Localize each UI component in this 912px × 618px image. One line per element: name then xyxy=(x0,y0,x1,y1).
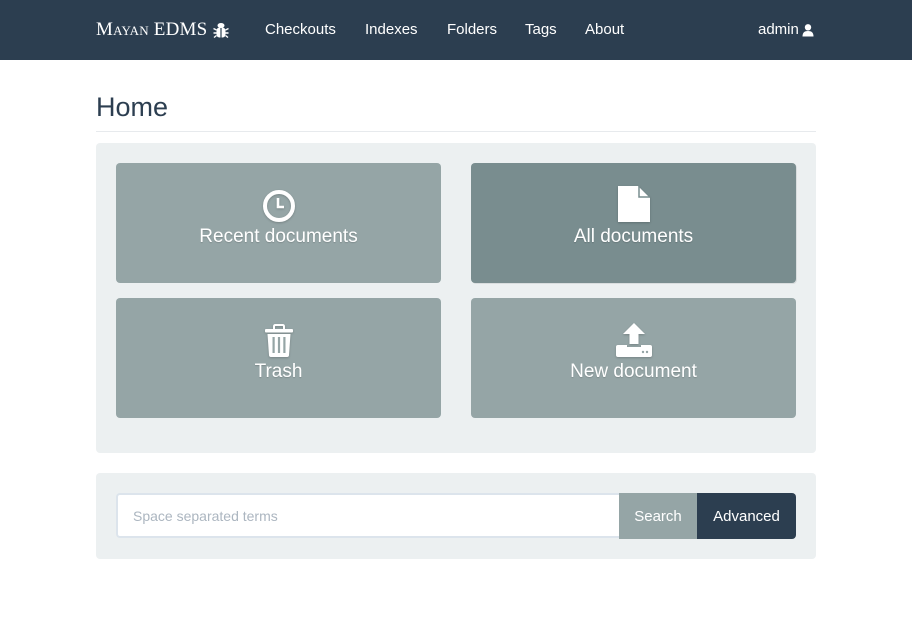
nav-tags[interactable]: Tags xyxy=(525,20,557,40)
bug-icon xyxy=(213,23,230,39)
tile-label: Trash xyxy=(254,361,303,382)
search-panel: Search Advanced xyxy=(96,473,816,559)
tiles-panel: Recent documents All documents Trash New… xyxy=(96,143,816,453)
brand-second: EDMS xyxy=(153,19,208,40)
search-button[interactable]: Search xyxy=(619,493,697,539)
clock-icon xyxy=(262,190,295,222)
title-divider xyxy=(96,131,816,132)
advanced-search-button[interactable]: Advanced xyxy=(697,493,796,539)
tile-trash[interactable]: Trash xyxy=(116,298,441,418)
nav-indexes[interactable]: Indexes xyxy=(365,20,418,40)
tile-new-document[interactable]: New document xyxy=(471,298,796,418)
user-menu[interactable]: admin xyxy=(758,20,814,40)
tile-label: Recent documents xyxy=(199,226,358,247)
top-navbar: Mayan EDMS Checkouts Indexes Folders Tag… xyxy=(0,0,912,60)
search-input[interactable] xyxy=(116,493,619,538)
tile-label: All documents xyxy=(573,226,694,247)
user-name: admin xyxy=(758,21,799,38)
nav-about[interactable]: About xyxy=(585,20,624,40)
tile-recent-documents[interactable]: Recent documents xyxy=(116,163,441,283)
user-icon xyxy=(802,23,814,36)
page-title: Home xyxy=(96,92,169,122)
nav-checkouts[interactable]: Checkouts xyxy=(265,20,336,40)
nav-folders[interactable]: Folders xyxy=(447,20,497,40)
trash-icon xyxy=(264,324,293,357)
brand-first: Mayan xyxy=(96,19,149,40)
tile-label: New document xyxy=(570,361,697,382)
brand-logo[interactable]: Mayan EDMS xyxy=(96,18,230,42)
file-icon xyxy=(617,186,650,222)
tile-all-documents[interactable]: All documents xyxy=(471,163,796,283)
upload-icon xyxy=(615,323,652,357)
